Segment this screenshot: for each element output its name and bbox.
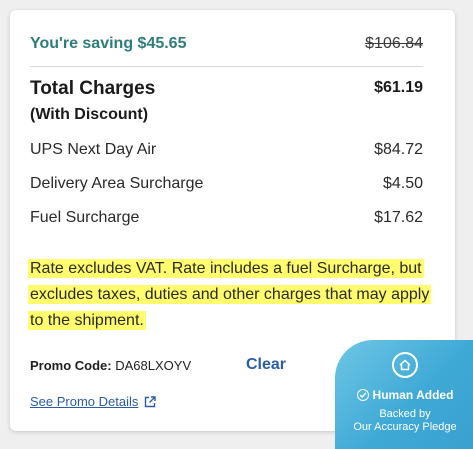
promo-code-label: Promo Code:	[30, 358, 112, 373]
check-circle-icon	[356, 389, 369, 401]
original-price: $106.84	[365, 35, 423, 52]
total-charges-heading: Total Charges (With Discount)	[30, 76, 155, 127]
line-item: Fuel Surcharge $17.62	[30, 209, 423, 227]
line-item-amount: $17.62	[374, 209, 423, 226]
badge-subtitle-line: Our Accuracy Pledge	[353, 421, 457, 433]
badge-subtitle: Backed by Our Accuracy Pledge	[335, 408, 473, 434]
line-item-label: UPS Next Day Air	[30, 141, 157, 158]
see-promo-details-link[interactable]: See Promo Details	[30, 394, 157, 409]
badge-title-text: Human Added	[372, 388, 454, 402]
external-link-icon	[145, 395, 157, 407]
line-item-label: Delivery Area Surcharge	[30, 175, 204, 192]
divider	[30, 66, 423, 67]
badge-subtitle-line: Backed by	[379, 408, 431, 420]
total-charges-amount: $61.19	[374, 79, 423, 96]
savings-text: You're saving $45.65	[30, 35, 187, 52]
savings-row: You're saving $45.65 $106.84	[30, 35, 423, 53]
line-item-amount: $84.72	[374, 141, 423, 158]
total-charges-title: Total Charges	[30, 78, 156, 99]
line-item: Delivery Area Surcharge $4.50	[30, 175, 423, 193]
promo-code-row: Promo Code: DA68LXOYV	[30, 358, 191, 373]
line-item-amount: $4.50	[382, 175, 423, 192]
promo-code-value: DA68LXOYV	[115, 358, 192, 373]
rate-disclaimer: Rate excludes VAT. Rate includes a fuel …	[28, 256, 438, 334]
human-added-badge: Human Added Backed by Our Accuracy Pledg…	[335, 340, 473, 449]
line-item-label: Fuel Surcharge	[30, 209, 140, 226]
home-icon	[392, 352, 418, 378]
badge-title: Human Added	[335, 388, 473, 402]
clear-promo-button[interactable]: Clear	[246, 356, 286, 374]
see-promo-details-label: See Promo Details	[30, 394, 139, 409]
total-charges-row: Total Charges (With Discount) $61.19	[30, 76, 423, 127]
rate-disclaimer-text: Rate excludes VAT. Rate includes a fuel …	[28, 259, 432, 330]
line-item: UPS Next Day Air $84.72	[30, 141, 423, 159]
total-charges-subtitle: (With Discount)	[30, 106, 149, 123]
